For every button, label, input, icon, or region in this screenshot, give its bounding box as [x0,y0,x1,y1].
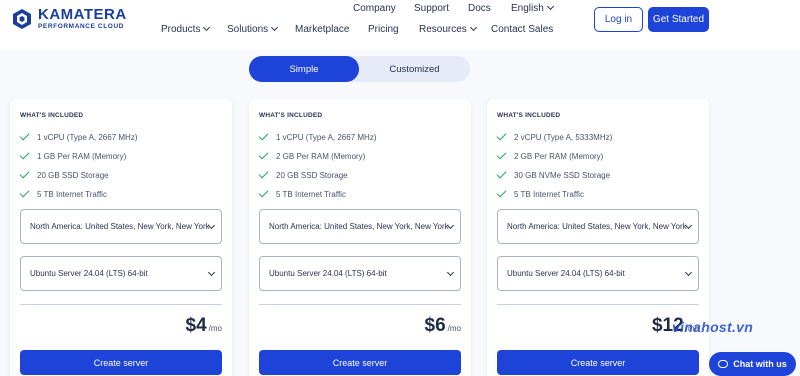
os-select[interactable]: Ubuntu Server 24.04 (LTS) 64-bit [20,256,222,291]
toggle-customized[interactable]: Customized [359,56,470,82]
check-icon [258,168,269,178]
os-value: Ubuntu Server 24.04 (LTS) 64-bit [30,269,148,278]
check-icon [19,130,30,140]
price-period: /mo [208,324,222,333]
feature-item: 20 GB SSD Storage [19,168,109,181]
check-icon [496,130,507,140]
os-select[interactable]: Ubuntu Server 24.04 (LTS) 64-bit [259,256,461,291]
chat-button[interactable]: Chat with us [709,352,796,376]
divider [259,304,461,305]
feature-item: 1 vCPU (Type A, 2667 MHz) [258,130,377,143]
chevron-down-icon [207,268,216,277]
chat-bubble-icon [718,360,729,368]
plan-price: $6/mo [425,315,461,337]
chevron-down-icon [446,268,455,277]
feature-item: 2 vCPU (Type A, 5333MHz) [496,130,613,143]
create-server-button[interactable]: Create server [497,350,699,375]
check-icon [19,168,30,178]
feature-text: 2 GB Per RAM (Memory) [276,151,366,161]
feature-text: 5 TB Internet Traffic [276,189,346,199]
nav-company[interactable]: Company [353,3,396,14]
feature-text: 5 TB Internet Traffic [37,189,107,199]
check-icon [258,187,269,197]
feature-text: 1 vCPU (Type A, 2667 MHz) [276,132,377,142]
region-select[interactable]: North America: United States, New York, … [20,209,222,244]
feature-item: 1 vCPU (Type A, 2667 MHz) [19,130,138,143]
feature-text: 20 GB SSD Storage [276,170,348,180]
plan-card: WHAT'S INCLUDED 1 vCPU (Type A, 2667 MHz… [10,99,232,376]
chevron-down-icon [271,23,279,32]
nav-support[interactable]: Support [414,3,449,14]
check-icon [258,149,269,159]
chevron-down-icon [469,23,477,32]
feature-item: 2 GB Per RAM (Memory) [496,149,604,162]
plan-price: $4/mo [186,315,222,337]
divider [497,304,699,305]
plan-card: WHAT'S INCLUDED 1 vCPU (Type A, 2667 MHz… [249,99,471,376]
nav-marketplace[interactable]: Marketplace [295,24,349,35]
language-label: English [511,3,544,14]
nav-solutions[interactable]: Solutions [227,23,279,35]
os-value: Ubuntu Server 24.04 (LTS) 64-bit [269,269,387,278]
check-icon [258,130,269,140]
feature-item: 1 GB Per RAM (Memory) [19,149,127,162]
nav-pricing[interactable]: Pricing [368,24,399,35]
region-select[interactable]: North America: United States, New York, … [497,209,699,244]
chevron-down-icon [684,268,693,277]
feature-text: 30 GB NVMe SSD Storage [514,170,611,180]
create-server-button[interactable]: Create server [259,350,461,375]
whats-included-heading: WHAT'S INCLUDED [20,112,84,119]
whats-included-heading: WHAT'S INCLUDED [259,112,323,119]
watermark-logo: vinahost.vn [672,319,754,335]
feature-item: 30 GB NVMe SSD Storage [496,168,611,181]
nav-solutions-label: Solutions [227,24,269,35]
price-period: /mo [447,324,461,333]
chevron-down-icon [546,2,554,11]
region-value: North America: United States, New York, … [507,222,687,231]
login-button[interactable]: Log in [594,7,643,32]
price-amount: $4 [185,315,207,336]
region-select[interactable]: North America: United States, New York, … [259,209,461,244]
whats-included-heading: WHAT'S INCLUDED [497,112,561,119]
nav-products-label: Products [161,24,201,35]
check-icon [496,187,507,197]
os-value: Ubuntu Server 24.04 (LTS) 64-bit [507,269,625,278]
pricing-mode-toggle: Simple Customized [249,56,470,82]
feature-item: 5 TB Internet Traffic [496,187,584,200]
check-icon [19,187,30,197]
feature-text: 5 TB Internet Traffic [514,189,584,199]
nav-docs[interactable]: Docs [468,3,491,14]
create-server-button[interactable]: Create server [20,350,222,375]
check-icon [496,168,507,178]
feature-text: 2 vCPU (Type A, 5333MHz) [514,132,613,142]
toggle-simple[interactable]: Simple [249,56,359,82]
feature-text: 1 GB Per RAM (Memory) [37,151,127,161]
os-select[interactable]: Ubuntu Server 24.04 (LTS) 64-bit [497,256,699,291]
site-header: KAMATERA PERFORMANCE CLOUD Company Suppo… [0,0,800,50]
feature-text: 2 GB Per RAM (Memory) [514,151,604,161]
nav-contact-sales[interactable]: Contact Sales [491,24,553,35]
price-amount: $6 [424,315,446,336]
feature-text: 1 vCPU (Type A, 2667 MHz) [37,132,138,142]
divider [20,304,222,305]
language-select[interactable]: English [511,2,554,14]
nav-resources-label: Resources [419,24,467,35]
get-started-button[interactable]: Get Started [648,7,709,32]
check-icon [19,149,30,159]
feature-item: 5 TB Internet Traffic [19,187,107,200]
check-icon [496,149,507,159]
nav-resources[interactable]: Resources [419,23,477,35]
region-value: North America: United States, New York, … [30,222,210,231]
feature-item: 2 GB Per RAM (Memory) [258,149,366,162]
feature-text: 20 GB SSD Storage [37,170,109,180]
nav-products[interactable]: Products [161,23,211,35]
feature-item: 20 GB SSD Storage [258,168,348,181]
chevron-down-icon [203,23,211,32]
region-value: North America: United States, New York, … [269,222,449,231]
chat-label: Chat with us [733,359,787,369]
feature-item: 5 TB Internet Traffic [258,187,346,200]
